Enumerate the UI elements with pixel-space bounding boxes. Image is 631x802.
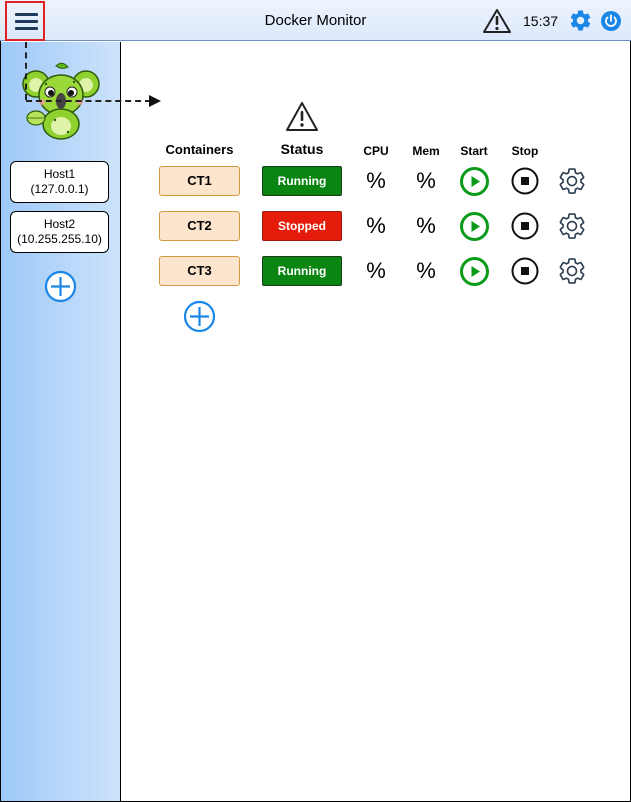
play-icon[interactable]	[459, 211, 490, 242]
flow-connector-vertical	[25, 42, 27, 100]
container-settings-gear-icon[interactable]	[557, 166, 587, 196]
mem-value: %	[416, 168, 436, 193]
warning-icon[interactable]	[482, 8, 512, 34]
power-button[interactable]	[601, 11, 621, 31]
container-settings-gear-icon[interactable]	[557, 256, 587, 286]
power-icon	[605, 14, 617, 27]
col-header-status: Status	[280, 141, 324, 157]
container-settings-gear-icon[interactable]	[557, 211, 587, 241]
status-badge: Running	[262, 166, 342, 196]
stop-icon[interactable]	[510, 256, 540, 286]
status-badge: Running	[262, 256, 342, 286]
stop-icon[interactable]	[510, 211, 540, 241]
stop-icon[interactable]	[510, 166, 540, 196]
flow-connector-horizontal	[26, 100, 151, 102]
cpu-value: %	[366, 168, 386, 193]
play-icon[interactable]	[459, 256, 490, 287]
container-name-ct2[interactable]: CT2	[159, 211, 240, 241]
add-host-button[interactable]	[44, 270, 77, 303]
container-name-ct3[interactable]: CT3	[159, 256, 240, 286]
arrow-head-icon	[149, 95, 161, 107]
play-icon[interactable]	[459, 166, 490, 197]
col-header-mem: Mem	[412, 144, 440, 158]
cpu-value: %	[366, 213, 386, 238]
add-container-button[interactable]	[183, 300, 216, 333]
sidebar	[1, 42, 121, 801]
host-name: Host2	[43, 217, 76, 231]
host-address: (10.255.255.10)	[17, 232, 102, 246]
col-header-stop: Stop	[511, 144, 539, 158]
host-address: (127.0.0.1)	[30, 182, 89, 196]
status-badge: Stopped	[262, 211, 342, 241]
mem-value: %	[416, 213, 436, 238]
host-card-1[interactable]: Host1 (127.0.0.1)	[10, 161, 109, 203]
host-name: Host1	[43, 167, 76, 181]
container-name-ct1[interactable]: CT1	[159, 166, 240, 196]
clock: 15:37	[523, 13, 559, 29]
col-header-start: Start	[460, 144, 488, 158]
cpu-value: %	[366, 258, 386, 283]
col-header-containers: Containers	[165, 142, 234, 157]
header-bar: Docker Monitor 15:37	[0, 0, 631, 41]
col-header-cpu: CPU	[363, 144, 389, 158]
mem-value: %	[416, 258, 436, 283]
warning-icon	[286, 102, 318, 131]
gear-icon[interactable]	[568, 8, 593, 33]
host-card-2[interactable]: Host2 (10.255.255.10)	[10, 211, 109, 253]
